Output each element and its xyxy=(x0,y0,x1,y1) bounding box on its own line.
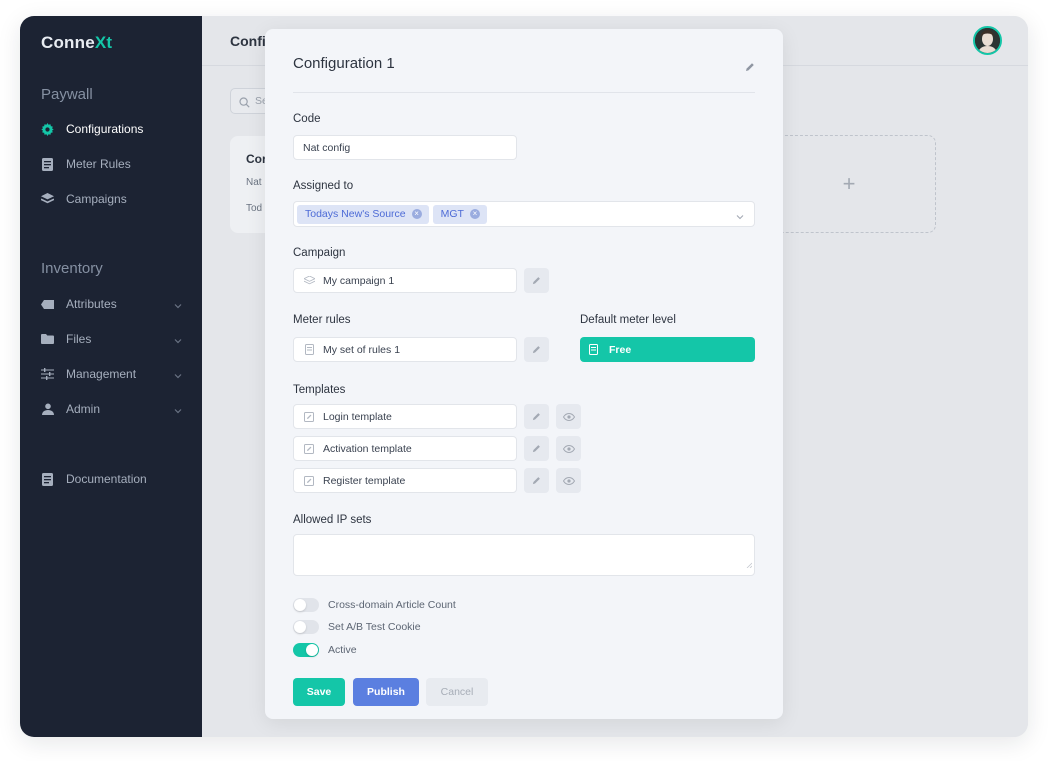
sidebar-item-campaigns[interactable]: Campaigns xyxy=(20,184,202,214)
template-icon xyxy=(303,443,315,455)
eye-icon xyxy=(562,472,575,490)
template-select-activation[interactable]: Activation template xyxy=(293,436,517,461)
remove-tag-icon[interactable]: × xyxy=(469,209,480,219)
chevron-down-icon xyxy=(174,403,182,417)
user-icon xyxy=(41,403,54,416)
edit-template-button[interactable] xyxy=(524,436,549,461)
assigned-to-label: Assigned to xyxy=(293,180,354,192)
default-meter-level-label: Default meter level xyxy=(580,314,676,326)
modal-title: Configuration 1 xyxy=(293,55,395,72)
eye-icon xyxy=(562,440,575,458)
sidebar-item-label: Files xyxy=(66,332,92,346)
app-logo[interactable]: ConneXt xyxy=(41,33,112,53)
pencil-icon xyxy=(532,408,541,426)
pencil-icon xyxy=(532,440,541,458)
toggle-ab-cookie[interactable]: Set A/B Test Cookie xyxy=(293,619,421,635)
edit-meter-rules-button[interactable] xyxy=(524,337,549,362)
sidebar: ConneXt Paywall Configurations Meter Rul… xyxy=(20,16,202,737)
document-icon xyxy=(41,157,54,171)
sidebar-item-label: Attributes xyxy=(66,297,117,311)
remove-tag-icon[interactable]: × xyxy=(411,209,422,219)
sidebar-item-management[interactable]: Management xyxy=(20,359,202,389)
sidebar-item-label: Configurations xyxy=(66,122,144,136)
tag-icon xyxy=(41,298,54,311)
pencil-icon xyxy=(532,472,541,490)
template-select-register[interactable]: Register template xyxy=(293,468,517,493)
preview-template-button[interactable] xyxy=(556,436,581,461)
document-icon xyxy=(589,343,601,356)
sidebar-section-inventory: Inventory xyxy=(41,260,103,277)
edit-title-icon[interactable] xyxy=(745,59,755,77)
sidebar-section-paywall: Paywall xyxy=(41,86,93,103)
template-icon xyxy=(303,475,315,487)
pencil-icon xyxy=(532,341,541,359)
layers-icon xyxy=(41,193,54,206)
document-icon xyxy=(41,472,54,486)
default-meter-level-select[interactable]: Free xyxy=(580,337,755,362)
sidebar-item-admin[interactable]: Admin xyxy=(20,394,202,424)
campaign-select[interactable]: My campaign 1 xyxy=(293,268,517,293)
toggle-switch[interactable] xyxy=(293,643,319,657)
sidebar-item-label: Admin xyxy=(66,402,101,416)
sidebar-item-configurations[interactable]: Configurations xyxy=(20,114,202,144)
toggle-switch[interactable] xyxy=(293,620,319,634)
assigned-tag[interactable]: Todays New's Source × xyxy=(297,204,429,224)
sidebar-item-documentation[interactable]: Documentation xyxy=(20,464,202,494)
sidebar-item-label: Campaigns xyxy=(66,192,127,206)
resize-handle-icon[interactable] xyxy=(746,555,753,573)
meter-rules-label: Meter rules xyxy=(293,314,351,326)
chevron-down-icon xyxy=(174,298,182,312)
sidebar-item-label: Documentation xyxy=(66,472,147,486)
sliders-icon xyxy=(41,368,54,381)
assigned-to-select[interactable]: Todays New's Source × MGT × xyxy=(293,201,755,227)
cancel-button[interactable]: Cancel xyxy=(426,678,488,706)
configuration-modal: Configuration 1 Code Nat config Assigned… xyxy=(265,29,783,719)
toggle-active[interactable]: Active xyxy=(293,642,357,658)
toggle-cross-domain[interactable]: Cross-domain Article Count xyxy=(293,597,456,613)
sidebar-item-label: Meter Rules xyxy=(66,157,131,171)
allowed-ip-textarea[interactable] xyxy=(293,534,755,576)
publish-button[interactable]: Publish xyxy=(353,678,419,706)
sidebar-item-meter-rules[interactable]: Meter Rules xyxy=(20,149,202,179)
assigned-tag[interactable]: MGT × xyxy=(432,204,487,224)
code-input[interactable]: Nat config xyxy=(293,135,517,160)
template-select-login[interactable]: Login template xyxy=(293,404,517,429)
preview-template-button[interactable] xyxy=(556,404,581,429)
sidebar-item-files[interactable]: Files xyxy=(20,324,202,354)
code-label: Code xyxy=(293,113,321,125)
app-window: ConneXt Paywall Configurations Meter Rul… xyxy=(20,16,1028,737)
chevron-down-icon xyxy=(174,368,182,382)
allowed-ip-label: Allowed IP sets xyxy=(293,514,372,526)
pencil-icon xyxy=(532,272,541,290)
folder-icon xyxy=(41,333,54,346)
search-icon xyxy=(239,95,250,113)
document-icon xyxy=(303,344,315,356)
add-configuration-button[interactable]: + xyxy=(762,135,936,233)
avatar[interactable] xyxy=(973,26,1002,55)
layers-icon xyxy=(303,275,315,287)
sidebar-item-attributes[interactable]: Attributes xyxy=(20,289,202,319)
page-title: Confi xyxy=(230,33,266,49)
templates-label: Templates xyxy=(293,384,346,396)
eye-icon xyxy=(562,408,575,426)
save-button[interactable]: Save xyxy=(293,678,345,706)
preview-template-button[interactable] xyxy=(556,468,581,493)
campaign-label: Campaign xyxy=(293,247,346,259)
chevron-down-icon xyxy=(174,333,182,347)
edit-template-button[interactable] xyxy=(524,468,549,493)
edit-campaign-button[interactable] xyxy=(524,268,549,293)
meter-rules-select[interactable]: My set of rules 1 xyxy=(293,337,517,362)
divider xyxy=(293,92,755,93)
plus-icon: + xyxy=(842,171,856,196)
edit-template-button[interactable] xyxy=(524,404,549,429)
chevron-down-icon[interactable] xyxy=(736,211,744,223)
template-icon xyxy=(303,411,315,423)
gear-icon xyxy=(41,122,54,136)
toggle-switch[interactable] xyxy=(293,598,319,612)
sidebar-item-label: Management xyxy=(66,367,137,381)
